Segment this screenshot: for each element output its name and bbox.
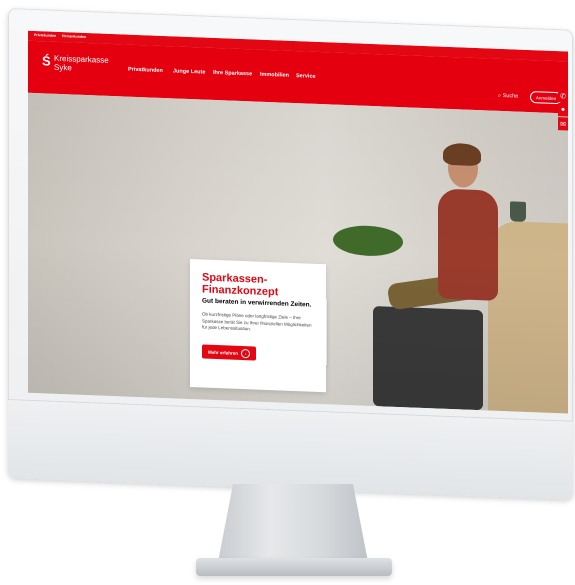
topbar-link-firmenkunden[interactable]: Firmenkunden	[62, 34, 86, 39]
hero-title: Sparkassen-Finanzkonzept	[202, 271, 279, 299]
imac-mockup: Privatkunden Firmenkunden Ś Kreissparkas…	[0, 0, 575, 585]
nav-item-privatkunden[interactable]: Privatkunden	[128, 67, 163, 74]
chat-icon[interactable]: ●	[558, 103, 568, 117]
hero-slider: Sparkassen-Finanzkonzept Gut beraten in …	[28, 92, 568, 414]
more-info-button[interactable]: Mehr erfahren ›	[202, 344, 256, 361]
chevron-right-icon: ›	[241, 348, 250, 358]
browser-screen: Privatkunden Firmenkunden Ś Kreissparkas…	[28, 30, 568, 414]
search-icon: ⌕	[498, 92, 502, 99]
contact-side-toolbar: ✆ ● ✉	[558, 89, 568, 133]
sparkasse-logo-icon[interactable]: Ś	[42, 53, 51, 68]
more-info-label: Mehr erfahren	[207, 349, 238, 356]
nav-item-ihre-sparkasse[interactable]: Ihre Sparkasse	[213, 70, 252, 78]
hero-text: Ob kurzfristige Pläne oder langfristige …	[202, 311, 312, 332]
search-button[interactable]: ⌕ Suche	[498, 93, 518, 101]
topbar-link-privatkunden[interactable]: Privatkunden	[34, 33, 56, 38]
nav-item-service[interactable]: Service	[296, 73, 316, 80]
monitor-stand-foot	[196, 558, 392, 576]
hero-teaser-card: Sparkassen-Finanzkonzept Gut beraten in …	[190, 258, 326, 393]
nav-item-junge-leute[interactable]: Junge Leute	[173, 68, 205, 75]
mail-icon[interactable]: ✉	[558, 117, 568, 131]
logo-text[interactable]: Kreissparkasse Syke	[54, 54, 109, 74]
phone-icon[interactable]: ✆	[558, 89, 568, 103]
monitor-stand	[218, 484, 368, 562]
nav-item-immobilien[interactable]: Immobilien	[260, 72, 289, 79]
monitor-bezel: Privatkunden Firmenkunden Ś Kreissparkas…	[8, 8, 573, 500]
hero-subtitle: Gut beraten in verwirrenden Zeiten.	[202, 297, 312, 309]
search-label: Suche	[502, 93, 519, 100]
